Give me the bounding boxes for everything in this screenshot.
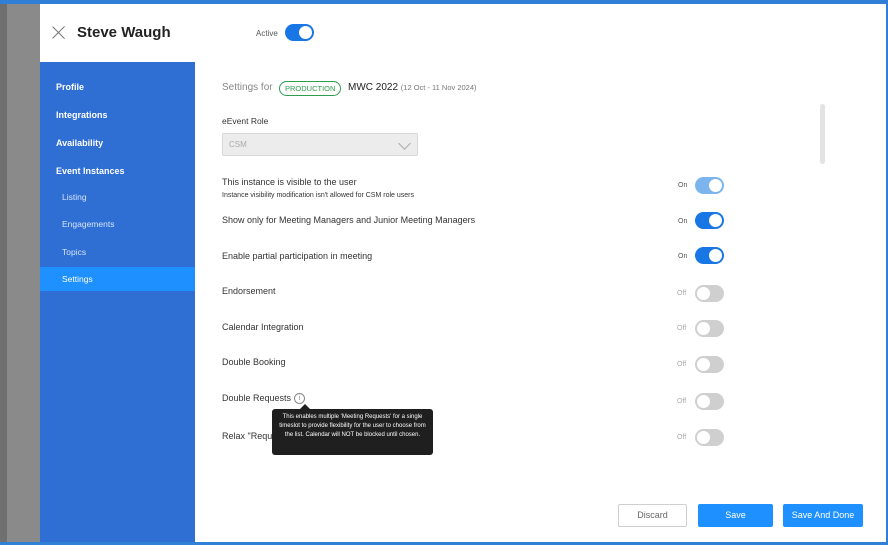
toggle-knob (709, 249, 722, 262)
discard-button[interactable]: Discard (618, 504, 687, 527)
setting-label-calendar-integration: Calendar Integration (222, 322, 304, 332)
scrollbar[interactable] (820, 104, 825, 164)
setting-state: Off (677, 434, 687, 441)
environment-badge: PRODUCTION (279, 81, 342, 96)
sidebar-item-topics[interactable]: Topics (40, 240, 195, 264)
event-dates: (12 Oct - 11 Nov 2024) (400, 83, 477, 92)
save-and-done-button[interactable]: Save And Done (783, 504, 863, 527)
toggle-visible-to-user[interactable] (695, 177, 724, 194)
event-name: MWC 2022 (348, 82, 399, 93)
role-value: CSM (229, 140, 247, 149)
sidebar-item-listing[interactable]: Listing (40, 185, 195, 209)
sidebar-item-settings[interactable]: Settings (40, 267, 195, 291)
setting-label-meeting-managers: Show only for Meeting Managers and Junio… (222, 215, 476, 225)
setting-state: On (678, 218, 688, 225)
toggle-endorsement[interactable] (695, 285, 724, 302)
toggle-calendar-integration[interactable] (695, 320, 724, 337)
setting-label-endorsement: Endorsement (222, 286, 276, 296)
drawer-header: Steve Waugh Active (40, 4, 886, 62)
toggle-meeting-managers[interactable] (695, 212, 724, 229)
sidebar-item-profile[interactable]: Profile (40, 75, 195, 99)
role-select[interactable]: CSM (222, 133, 418, 156)
toggle-knob (697, 395, 710, 408)
toggle-double-booking[interactable] (695, 356, 724, 373)
setting-label-double-booking: Double Booking (222, 357, 286, 367)
setting-label-visible-to-user: This instance is visible to the user (222, 177, 357, 187)
double-requests-text: Double Requests (222, 393, 292, 403)
event-title: MWC 2022 (12 Oct - 11 Nov 2024) (348, 82, 477, 93)
settings-prefix: Settings for (222, 82, 273, 93)
setting-state: Off (677, 325, 687, 332)
toggle-relax-requests[interactable] (695, 429, 724, 446)
info-icon[interactable]: i (294, 393, 306, 405)
setting-state: Off (677, 290, 687, 297)
tooltip: This enables multiple 'Meeting Requests'… (272, 409, 433, 455)
setting-sublabel-visibility: Instance visibility modification isn't a… (222, 192, 414, 199)
sidebar-item-event-instances[interactable]: Event Instances (40, 159, 195, 183)
setting-state: On (678, 253, 688, 260)
toggle-partial-participation[interactable] (695, 247, 724, 264)
save-button[interactable]: Save (698, 504, 773, 527)
close-icon[interactable] (52, 25, 66, 39)
toggle-knob (299, 26, 312, 39)
toggle-knob (697, 287, 710, 300)
toggle-knob (697, 358, 710, 371)
user-name: Steve Waugh (77, 24, 171, 41)
sidebar-item-engagements[interactable]: Engagements (40, 212, 195, 236)
setting-label-double-requests: Double Requests i (222, 393, 306, 405)
sidebar-item-integrations[interactable]: Integrations (40, 103, 195, 127)
setting-state: Off (677, 398, 687, 405)
backdrop-edge (0, 0, 7, 545)
toggle-knob (697, 431, 710, 444)
setting-label-partial-participation: Enable partial participation in meeting (222, 251, 373, 261)
settings-panel: Settings for PRODUCTION MWC 2022 (12 Oct… (195, 62, 886, 542)
sidebar-item-availability[interactable]: Availability (40, 131, 195, 155)
chevron-down-icon (398, 137, 411, 150)
role-label: eEvent Role (222, 116, 269, 126)
toggle-knob (709, 214, 722, 227)
setting-state: On (678, 182, 688, 189)
active-label: Active (256, 29, 278, 38)
setting-state: Off (677, 361, 687, 368)
toggle-knob (709, 179, 722, 192)
sidebar: Profile Integrations Availability Event … (40, 62, 195, 542)
toggle-knob (697, 322, 710, 335)
toggle-double-requests[interactable] (695, 393, 724, 410)
setting-label-relax-requests: Relax "Requ (222, 431, 273, 441)
active-toggle[interactable] (285, 24, 314, 41)
